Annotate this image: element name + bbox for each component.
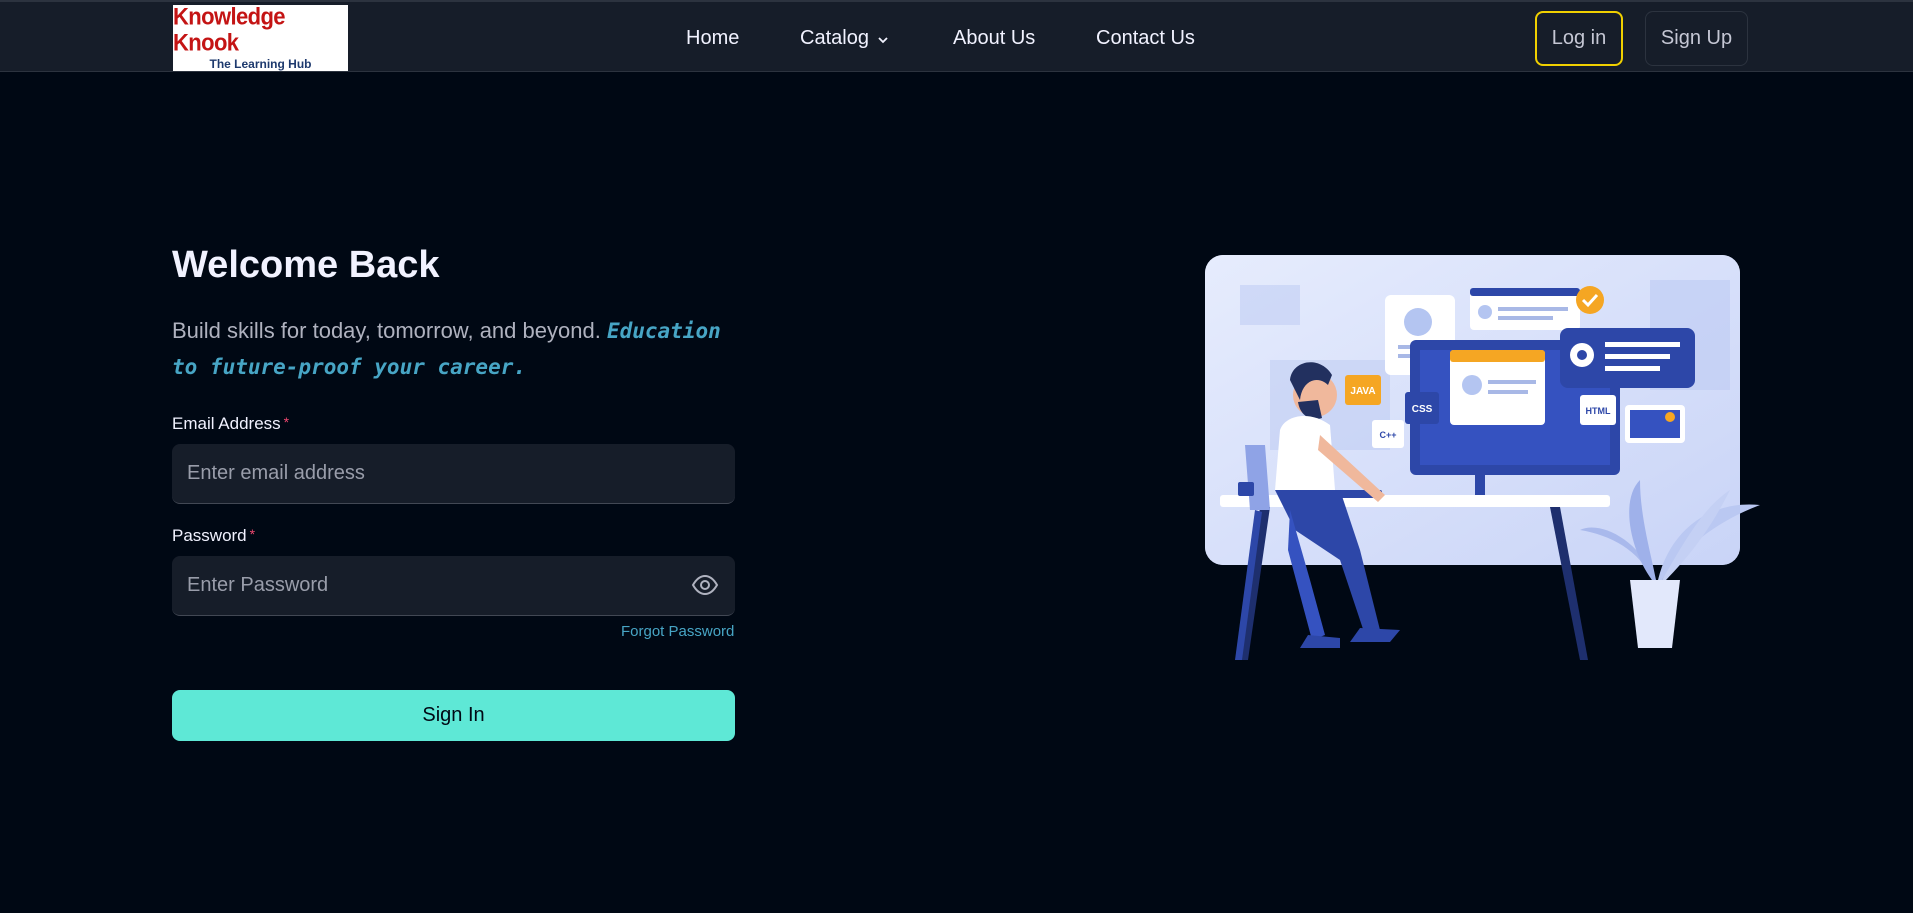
- signup-button[interactable]: Sign Up: [1645, 11, 1748, 66]
- password-field[interactable]: [172, 556, 735, 616]
- required-marker: *: [283, 414, 290, 430]
- nav-link-about[interactable]: About Us: [953, 27, 1035, 50]
- password-label: Password *: [172, 526, 255, 546]
- cpp-tag: C++: [1379, 430, 1396, 440]
- page-subtitle: Build skills for today, tomorrow, and be…: [172, 313, 742, 385]
- css-tag: CSS: [1412, 404, 1433, 415]
- email-label-text: Email Address: [172, 414, 281, 433]
- nav-link-catalog[interactable]: Catalog: [800, 27, 889, 50]
- nav-link-home[interactable]: Home: [686, 27, 739, 50]
- java-tag: JAVA: [1350, 386, 1375, 397]
- navbar: Knowledge Knook The Learning Hub Home Ca…: [0, 0, 1913, 72]
- email-field[interactable]: [172, 444, 735, 504]
- logo-title: Knowledge Knook: [173, 2, 286, 56]
- logo-subtitle: The Learning Hub: [209, 56, 312, 71]
- eye-icon[interactable]: [691, 574, 719, 596]
- login-button[interactable]: Log in: [1535, 11, 1623, 66]
- required-marker: *: [249, 526, 256, 542]
- chevron-down-icon: [877, 27, 889, 50]
- logo[interactable]: Knowledge Knook The Learning Hub: [173, 2, 348, 71]
- password-label-text: Password: [172, 526, 247, 545]
- html-tag: HTML: [1586, 406, 1611, 416]
- login-illustration: JAVA CSS C++ HTML: [1200, 250, 1770, 670]
- subtitle-plain: Build skills for today, tomorrow, and be…: [172, 318, 601, 343]
- email-label: Email Address *: [172, 414, 289, 434]
- forgot-password-link[interactable]: Forgot Password: [621, 623, 734, 640]
- sign-in-button[interactable]: Sign In: [172, 690, 735, 741]
- page-title: Welcome Back: [172, 244, 440, 286]
- nav-link-catalog-label: Catalog: [800, 27, 869, 49]
- nav-link-contact[interactable]: Contact Us: [1096, 27, 1195, 50]
